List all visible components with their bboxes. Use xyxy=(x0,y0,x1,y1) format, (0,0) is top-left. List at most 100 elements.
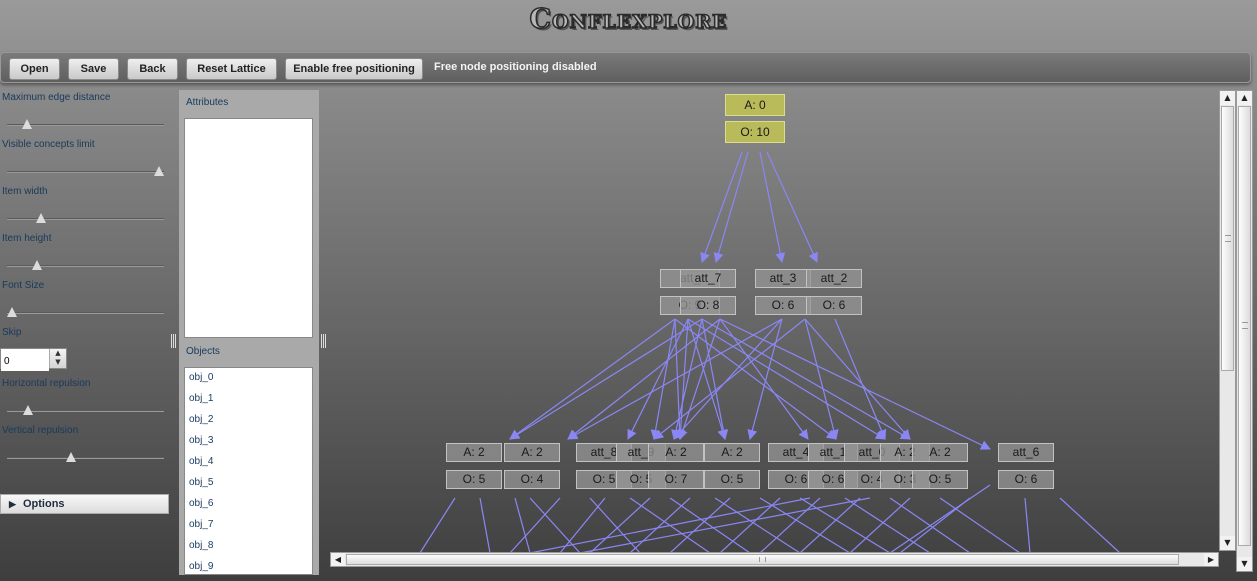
lattice-node-attributes[interactable]: A: 2 xyxy=(446,443,502,462)
object-list-item[interactable]: obj_7 xyxy=(189,519,213,530)
lattice-node-top-attributes[interactable]: A: 0 xyxy=(725,94,785,116)
max-edge-slider-thumb[interactable] xyxy=(21,119,32,129)
lattice-edge xyxy=(759,151,786,263)
lattice-node-attributes[interactable]: att_6 xyxy=(998,443,1054,462)
lattice-edge xyxy=(675,318,689,440)
lattice-edge xyxy=(567,318,721,440)
item-height-slider[interactable] xyxy=(7,265,164,267)
lattice-node-objects[interactable]: O: 8 xyxy=(680,296,736,315)
page-vertical-scroll-thumb[interactable] xyxy=(1238,106,1251,546)
object-list-item[interactable]: obj_8 xyxy=(189,540,213,551)
visible-limit-label: Visible concepts limit xyxy=(2,139,95,150)
font-size-slider-thumb[interactable] xyxy=(7,307,17,317)
object-list-item[interactable]: obj_2 xyxy=(189,414,213,425)
left-splitter-handle[interactable] xyxy=(171,334,176,348)
graph-vertical-scroll-thumb[interactable] xyxy=(1221,106,1234,371)
lattice-edge xyxy=(579,497,871,553)
lattice-node-attributes[interactable]: A: 2 xyxy=(912,443,968,462)
object-list-item[interactable]: obj_0 xyxy=(189,372,213,383)
stepper-arrows[interactable]: ▲ ▼ xyxy=(49,349,66,368)
skip-label: Skip xyxy=(2,327,22,338)
lattice-node-objects[interactable]: O: 4 xyxy=(504,470,560,489)
scroll-down-icon[interactable]: ▼ xyxy=(1220,536,1235,550)
graph-horizontal-scrollbar[interactable]: ◀ ▶ xyxy=(330,552,1219,567)
save-button[interactable]: Save xyxy=(68,58,119,80)
lattice-node-attributes[interactable]: A: 2 xyxy=(648,443,704,462)
v-repulsion-slider[interactable] xyxy=(7,457,164,459)
lattice-node-objects[interactable]: O: 5 xyxy=(704,470,760,489)
lattice-node-objects[interactable]: O: 5 xyxy=(446,470,502,489)
lattice-edge xyxy=(509,318,703,440)
item-width-slider[interactable] xyxy=(7,218,164,220)
options-label: Options xyxy=(22,498,65,510)
item-height-slider-thumb[interactable] xyxy=(31,260,42,270)
lattice-edge xyxy=(719,318,809,440)
font-size-slider[interactable] xyxy=(7,312,164,314)
visible-limit-slider-thumb[interactable] xyxy=(154,166,164,176)
object-list-item[interactable]: obj_5 xyxy=(189,477,213,488)
lattice-node-objects[interactable]: O: 6 xyxy=(806,296,862,315)
lattice-edge xyxy=(799,497,861,553)
lattice-edge xyxy=(509,318,676,440)
skip-stepper[interactable]: ▲ ▼ xyxy=(0,348,67,371)
lattice-node-objects[interactable]: O: 7 xyxy=(648,470,704,489)
lattice-node-attributes[interactable]: A: 2 xyxy=(704,443,760,462)
lattice-node-objects[interactable]: O: 5 xyxy=(912,470,968,489)
enable-free-positioning-button[interactable]: Enable free positioning xyxy=(285,58,423,80)
v-repulsion-label: Vertical repulsion xyxy=(2,425,79,436)
app-logo: Conflexplore xyxy=(529,3,728,36)
page-scroll-up-icon[interactable]: ▲ xyxy=(1237,91,1252,105)
visible-limit-slider[interactable] xyxy=(7,171,164,173)
object-list-item[interactable]: obj_4 xyxy=(189,456,213,467)
lattice-graph[interactable]: A: 0 O: 10 att_O: 9att_7O: 8att_3O: 6att… xyxy=(330,90,1220,553)
lattice-edge xyxy=(567,318,783,440)
item-width-slider-thumb[interactable] xyxy=(36,213,47,223)
lattice-node-objects[interactable]: O: 6 xyxy=(755,296,811,315)
lattice-node-attributes[interactable]: att_2 xyxy=(806,269,862,288)
scroll-left-icon[interactable]: ◀ xyxy=(331,553,345,566)
lattice-node-attributes[interactable]: att_3 xyxy=(755,269,811,288)
page-vertical-scrollbar[interactable]: ▲ ▼ xyxy=(1236,90,1253,572)
open-button[interactable]: Open xyxy=(9,58,60,80)
graph-vertical-scrollbar[interactable]: ▲ ▼ xyxy=(1219,90,1236,551)
positioning-status: Free node positioning disabled xyxy=(434,61,597,73)
lattice-edge xyxy=(1024,497,1031,553)
options-expander[interactable]: ▶ Options xyxy=(0,494,169,514)
lattice-edge xyxy=(844,497,931,553)
lattice-node-attributes[interactable]: att_7 xyxy=(680,269,736,288)
reset-lattice-button[interactable]: Reset Lattice xyxy=(186,58,277,80)
lattice-edge xyxy=(529,497,811,553)
attribute-object-panel: Attributes Objects obj_0 obj_1 obj_2 obj_3 o… xyxy=(179,90,319,575)
page-scroll-down-icon[interactable]: ▼ xyxy=(1237,557,1252,571)
lattice-edge xyxy=(687,318,728,440)
lattice-edge xyxy=(799,497,891,553)
lattice-edge xyxy=(419,497,456,553)
attributes-list[interactable] xyxy=(184,118,313,338)
v-repulsion-slider-thumb[interactable] xyxy=(65,452,76,462)
skip-input[interactable] xyxy=(1,352,49,371)
objects-list[interactable]: obj_0 obj_1 obj_2 obj_3 obj_4 obj_5 obj_6 obj_7… xyxy=(184,367,313,575)
h-repulsion-slider-thumb[interactable] xyxy=(23,405,34,415)
middle-splitter-handle[interactable] xyxy=(321,334,326,348)
lattice-edge xyxy=(766,151,818,263)
object-list-item[interactable]: obj_9 xyxy=(189,561,213,572)
h-repulsion-label: Horizontal repulsion xyxy=(2,378,91,389)
scroll-right-icon[interactable]: ▶ xyxy=(1204,553,1218,566)
lattice-edge xyxy=(650,318,676,440)
lattice-node-top-objects[interactable]: O: 10 xyxy=(725,121,785,143)
object-list-item[interactable]: obj_1 xyxy=(189,393,213,404)
max-edge-label: Maximum edge distance xyxy=(2,92,111,103)
object-list-item[interactable]: obj_6 xyxy=(189,498,213,509)
object-list-item[interactable]: obj_3 xyxy=(189,435,213,446)
lattice-node-attributes[interactable]: A: 2 xyxy=(504,443,560,462)
graph-horizontal-scroll-thumb[interactable] xyxy=(346,554,1179,565)
stepper-down-icon[interactable]: ▼ xyxy=(50,358,66,367)
scroll-up-icon[interactable]: ▲ xyxy=(1220,91,1235,105)
lattice-edge xyxy=(759,497,851,553)
lattice-node-objects[interactable]: O: 6 xyxy=(998,470,1054,489)
lattice-edge xyxy=(629,497,691,553)
toolbar: Open Save Back Reset Lattice Enable free… xyxy=(0,52,1251,83)
objects-title: Objects xyxy=(186,346,220,357)
stepper-up-icon[interactable]: ▲ xyxy=(50,349,66,358)
back-button[interactable]: Back xyxy=(127,58,178,80)
